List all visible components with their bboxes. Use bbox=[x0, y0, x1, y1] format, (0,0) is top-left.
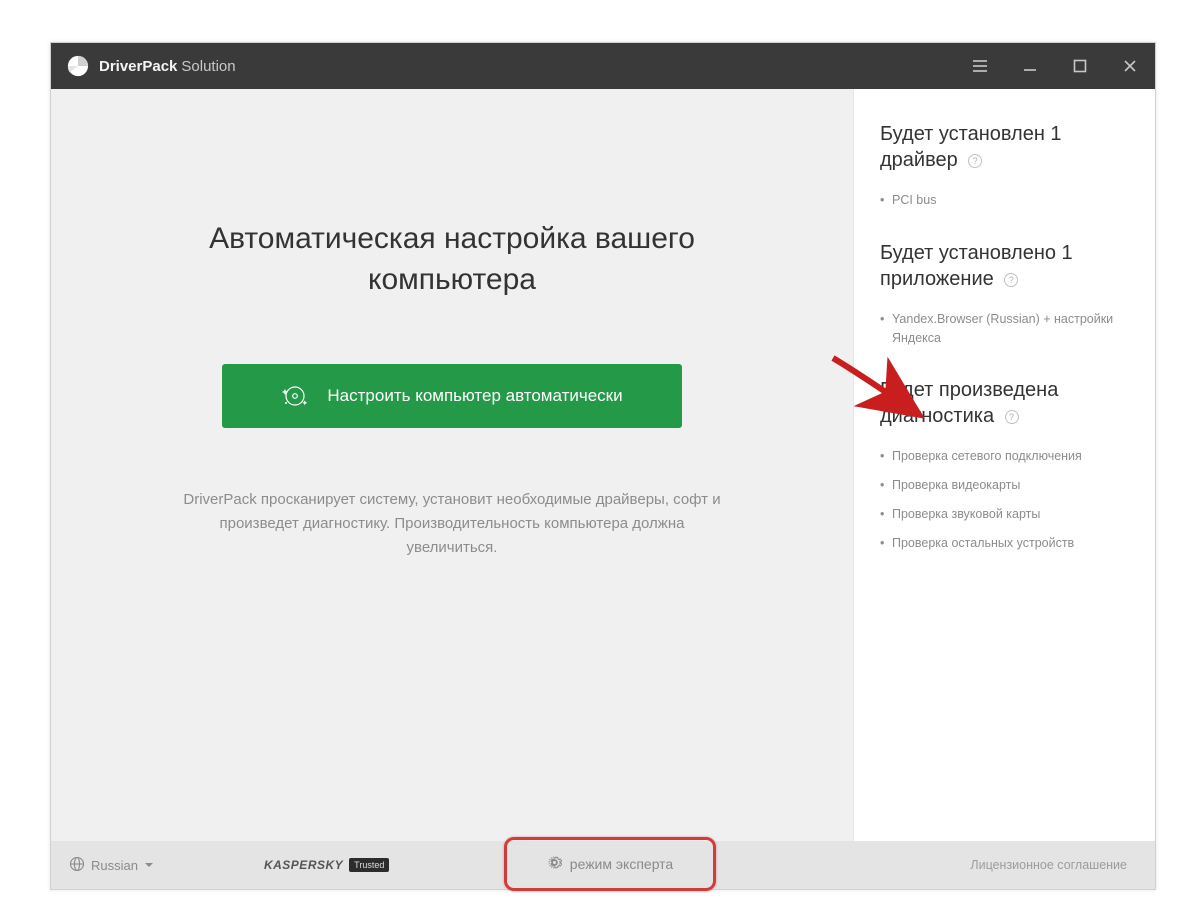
drivers-list: PCI bus bbox=[880, 191, 1129, 210]
apps-list: Yandex.Browser (Russian) + настройки Янд… bbox=[880, 310, 1129, 348]
maximize-button[interactable] bbox=[1055, 43, 1105, 89]
app-window: DriverPack Solution Автоматическая настр… bbox=[50, 42, 1156, 890]
list-item: Yandex.Browser (Russian) + настройки Янд… bbox=[880, 310, 1129, 348]
main-description: DriverPack просканирует систему, установ… bbox=[172, 488, 732, 560]
main-heading: Автоматическая настройка вашего компьюте… bbox=[192, 219, 712, 300]
app-title-light: Solution bbox=[181, 58, 235, 75]
app-logo-icon bbox=[67, 55, 89, 77]
sidebar: Будет установлен 1 драйвер ? PCI bus Буд… bbox=[853, 89, 1155, 841]
kaspersky-badge: KASPERSKY Trusted bbox=[264, 858, 389, 872]
titlebar: DriverPack Solution bbox=[51, 43, 1155, 89]
main-panel: Автоматическая настройка вашего компьюте… bbox=[51, 89, 853, 841]
globe-icon bbox=[69, 856, 85, 875]
close-button[interactable] bbox=[1105, 43, 1155, 89]
section-apps: Будет установлено 1 приложение ? Yandex.… bbox=[880, 240, 1129, 348]
sparkle-disc-icon bbox=[281, 382, 309, 410]
app-title-bold: DriverPack bbox=[99, 58, 177, 75]
language-label: Russian bbox=[91, 858, 138, 873]
auto-configure-button-label: Настроить компьютер автоматически bbox=[327, 386, 622, 406]
expert-mode-button[interactable]: режим эксперта bbox=[547, 855, 673, 873]
section-drivers: Будет установлен 1 драйвер ? PCI bus bbox=[880, 121, 1129, 210]
list-item: PCI bus bbox=[880, 191, 1129, 210]
section-apps-title: Будет установлено 1 приложение bbox=[880, 242, 1073, 290]
list-item: Проверка видеокарты bbox=[880, 476, 1129, 495]
hamburger-menu-button[interactable] bbox=[955, 43, 1005, 89]
help-icon[interactable]: ? bbox=[1005, 410, 1019, 424]
list-item: Проверка остальных устройств bbox=[880, 534, 1129, 553]
help-icon[interactable]: ? bbox=[968, 154, 982, 168]
diagnostics-list: Проверка сетевого подключения Проверка в… bbox=[880, 447, 1129, 552]
chevron-down-icon bbox=[144, 860, 154, 870]
gear-icon bbox=[547, 855, 562, 873]
auto-configure-button[interactable]: Настроить компьютер автоматически bbox=[222, 364, 682, 428]
kaspersky-logo-text: KASPERSKY bbox=[264, 858, 343, 872]
list-item: Проверка сетевого подключения bbox=[880, 447, 1129, 466]
minimize-button[interactable] bbox=[1005, 43, 1055, 89]
trusted-badge: Trusted bbox=[349, 858, 389, 872]
expert-mode-label: режим эксперта bbox=[570, 856, 673, 872]
help-icon[interactable]: ? bbox=[1004, 273, 1018, 287]
section-diagnostics: Будет произведена диагностика ? Проверка… bbox=[880, 377, 1129, 552]
content-body: Автоматическая настройка вашего компьюте… bbox=[51, 89, 1155, 841]
language-selector[interactable]: Russian bbox=[69, 856, 154, 875]
license-agreement-link[interactable]: Лицензионное соглашение bbox=[970, 858, 1127, 872]
list-item: Проверка звуковой карты bbox=[880, 505, 1129, 524]
section-diagnostics-title: Будет произведена диагностика bbox=[880, 379, 1058, 427]
